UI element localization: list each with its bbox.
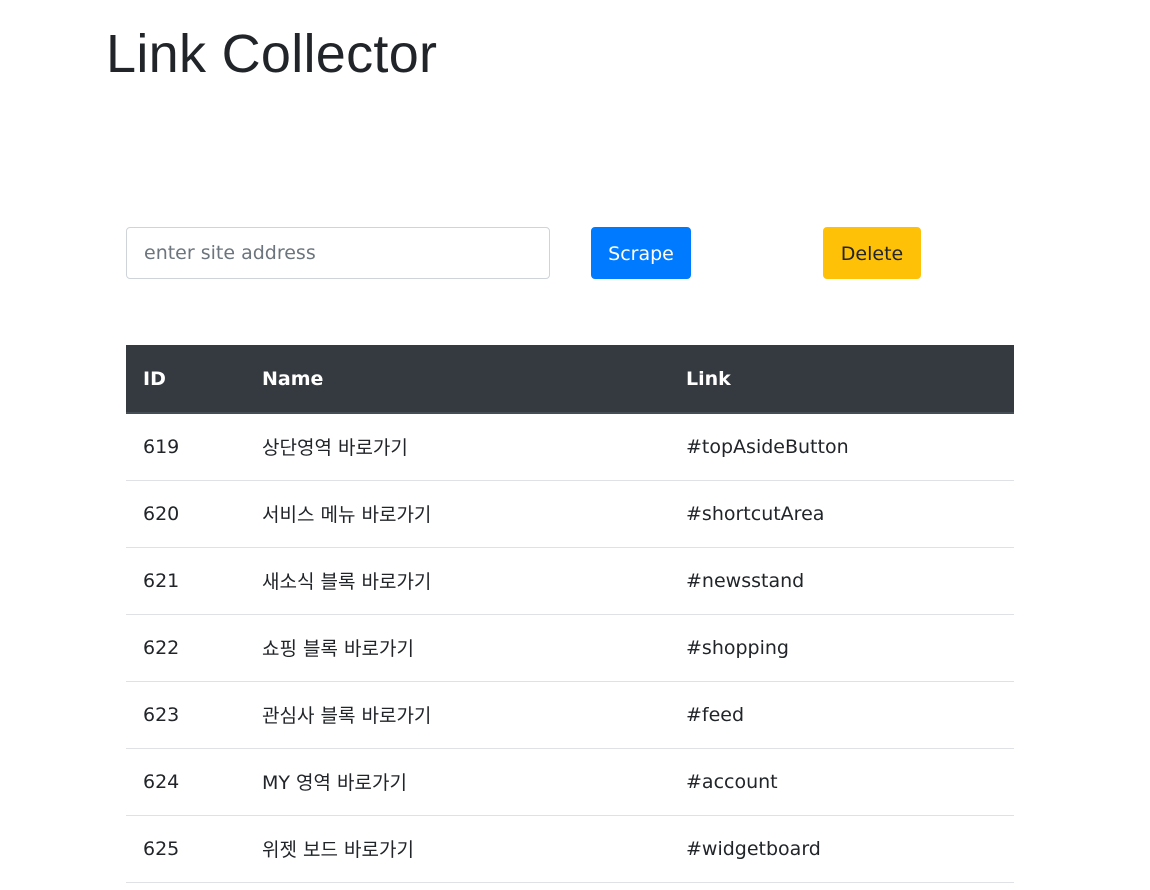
row-link: #newsstand: [669, 547, 1014, 615]
row-id: 625: [126, 815, 245, 883]
table-row: 623 관심사 블록 바로가기 #feed: [126, 681, 1014, 749]
row-link: #topAsideButton: [669, 413, 1014, 481]
table-header-row: ID Name Link: [126, 345, 1014, 414]
page-title: Link Collector: [106, 24, 438, 84]
links-table: ID Name Link 619 상단영역 바로가기 #topAsideButt…: [126, 345, 1014, 883]
table-row: 620 서비스 메뉴 바로가기 #shortcutArea: [126, 480, 1014, 548]
column-header-id: ID: [126, 345, 245, 414]
row-id: 619: [126, 413, 245, 481]
table-body: 619 상단영역 바로가기 #topAsideButton 620 서비스 메뉴…: [126, 413, 1014, 883]
table-row: 624 MY 영역 바로가기 #account: [126, 748, 1014, 816]
row-id: 620: [126, 480, 245, 548]
row-id: 621: [126, 547, 245, 615]
table-header: ID Name Link: [126, 345, 1014, 414]
row-name: 새소식 블록 바로가기: [245, 547, 669, 615]
row-link: #feed: [669, 681, 1014, 749]
delete-button[interactable]: Delete: [823, 227, 921, 279]
row-id: 623: [126, 681, 245, 749]
row-name: 관심사 블록 바로가기: [245, 681, 669, 749]
row-link: #widgetboard: [669, 815, 1014, 883]
row-link: #shopping: [669, 614, 1014, 682]
table-row: 625 위젯 보드 바로가기 #widgetboard: [126, 815, 1014, 883]
row-name: 쇼핑 블록 바로가기: [245, 614, 669, 682]
column-header-link: Link: [669, 345, 1014, 414]
row-name: 서비스 메뉴 바로가기: [245, 480, 669, 548]
column-header-name: Name: [245, 345, 669, 414]
row-id: 622: [126, 614, 245, 682]
scrape-button[interactable]: Scrape: [591, 227, 691, 279]
table-row: 622 쇼핑 블록 바로가기 #shopping: [126, 614, 1014, 682]
row-link: #shortcutArea: [669, 480, 1014, 548]
site-address-input[interactable]: [126, 227, 550, 279]
table-row: 621 새소식 블록 바로가기 #newsstand: [126, 547, 1014, 615]
row-id: 624: [126, 748, 245, 816]
row-name: MY 영역 바로가기: [245, 748, 669, 816]
row-name: 상단영역 바로가기: [245, 413, 669, 481]
row-name: 위젯 보드 바로가기: [245, 815, 669, 883]
table-row: 619 상단영역 바로가기 #topAsideButton: [126, 413, 1014, 481]
scrape-controls: Scrape Delete: [126, 227, 926, 279]
row-link: #account: [669, 748, 1014, 816]
